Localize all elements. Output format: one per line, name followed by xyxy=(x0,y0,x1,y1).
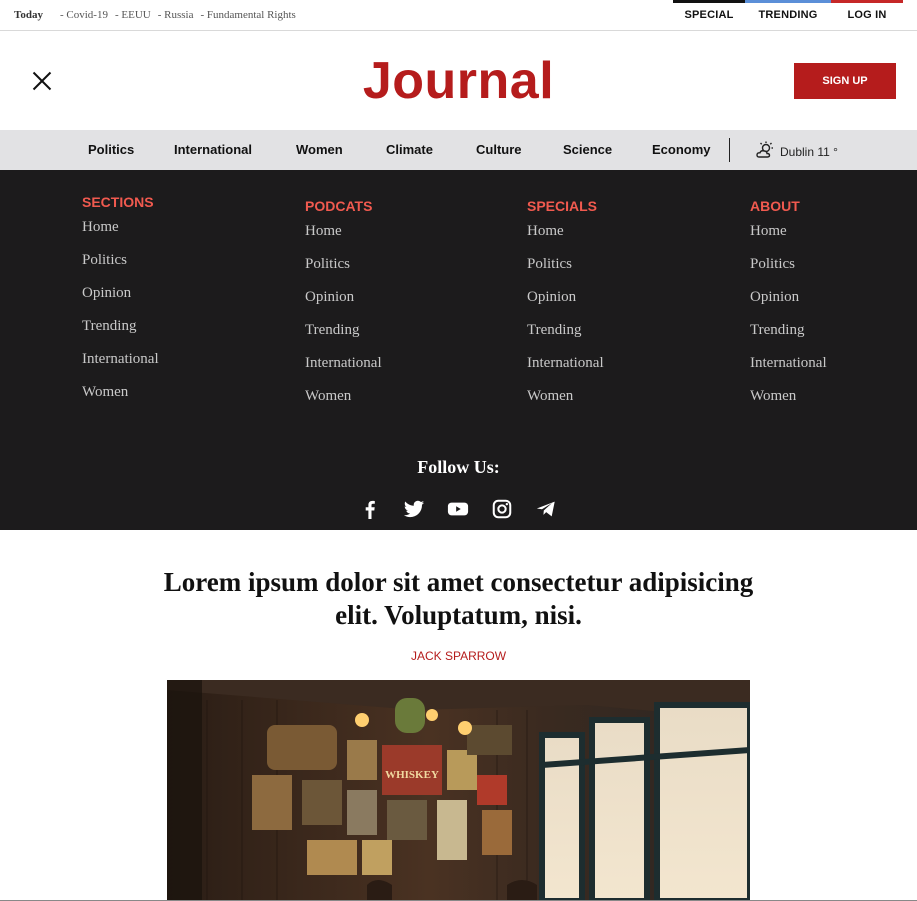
cloud-sun-icon xyxy=(756,141,774,162)
menu-column-title: ABOUT xyxy=(750,198,800,214)
top-links: SPECIAL TRENDING LOG IN xyxy=(673,0,903,31)
menu-link-trending[interactable]: Trending xyxy=(82,318,159,351)
menu-link-opinion[interactable]: Opinion xyxy=(527,289,604,322)
menu-link-home[interactable]: Home xyxy=(527,223,604,256)
telegram-icon[interactable] xyxy=(535,498,557,520)
nav-item-climate[interactable]: Climate xyxy=(386,142,433,157)
nav-item-international[interactable]: International xyxy=(174,142,252,157)
youtube-icon[interactable] xyxy=(447,498,469,520)
menu-column-about: ABOUT Home Politics Opinion Trending Int… xyxy=(750,198,827,421)
topic-link-eeuu[interactable]: - EEUU xyxy=(115,9,151,21)
menu-link-opinion[interactable]: Opinion xyxy=(305,289,382,322)
top-bar: Today - Covid-19 - EEUU - Russia - Funda… xyxy=(0,0,917,31)
menu-link-trending[interactable]: Trending xyxy=(305,322,382,355)
weather-text: Dublin 11 ° xyxy=(780,144,838,159)
menu-link-politics[interactable]: Politics xyxy=(527,256,604,289)
article-author[interactable]: JACK SPARROW xyxy=(0,649,917,663)
menu-link-opinion[interactable]: Opinion xyxy=(82,285,159,318)
twitter-icon[interactable] xyxy=(403,498,425,520)
menu-link-women[interactable]: Women xyxy=(527,388,604,421)
menu-column-podcasts: PODCATS Home Politics Opinion Trending I… xyxy=(305,198,382,421)
menu-link-trending[interactable]: Trending xyxy=(750,322,827,355)
weather-widget: Dublin 11 ° xyxy=(756,141,838,162)
nav-item-women[interactable]: Women xyxy=(296,142,343,157)
login-link[interactable]: LOG IN xyxy=(831,0,903,31)
menu-link-women[interactable]: Women xyxy=(305,388,382,421)
nav-item-economy[interactable]: Economy xyxy=(652,142,711,157)
nav-item-culture[interactable]: Culture xyxy=(476,142,522,157)
menu-link-home[interactable]: Home xyxy=(82,219,159,252)
menu-link-politics[interactable]: Politics xyxy=(305,256,382,289)
social-links xyxy=(359,498,557,520)
mega-menu: SECTIONS Home Politics Opinion Trending … xyxy=(0,170,917,530)
special-link[interactable]: SPECIAL xyxy=(673,0,745,31)
menu-link-international[interactable]: International xyxy=(750,355,827,388)
svg-text:WHISKEY: WHISKEY xyxy=(385,769,439,781)
nav-divider xyxy=(729,138,730,162)
menu-link-politics[interactable]: Politics xyxy=(82,252,159,285)
topic-link-russia[interactable]: - Russia xyxy=(158,9,194,21)
menu-column-sections: SECTIONS Home Politics Opinion Trending … xyxy=(82,194,159,417)
menu-link-opinion[interactable]: Opinion xyxy=(750,289,827,322)
topic-link-covid[interactable]: - Covid-19 xyxy=(60,9,108,21)
article-image[interactable]: WHISKEY xyxy=(167,680,750,901)
menu-link-international[interactable]: International xyxy=(305,355,382,388)
menu-link-international[interactable]: International xyxy=(82,351,159,384)
topic-link-fundamental-rights[interactable]: - Fundamental Rights xyxy=(200,9,295,21)
menu-column-title: SECTIONS xyxy=(82,194,154,210)
menu-link-home[interactable]: Home xyxy=(305,223,382,256)
nav-item-science[interactable]: Science xyxy=(563,142,612,157)
today-label: Today xyxy=(14,9,43,21)
follow-us-heading: Follow Us: xyxy=(417,457,500,477)
menu-link-women[interactable]: Women xyxy=(750,388,827,421)
trending-topics: - Covid-19 - EEUU - Russia - Fundamental… xyxy=(60,9,296,21)
menu-link-women[interactable]: Women xyxy=(82,384,159,417)
menu-link-international[interactable]: International xyxy=(527,355,604,388)
nav-item-politics[interactable]: Politics xyxy=(88,142,134,157)
menu-link-home[interactable]: Home xyxy=(750,223,827,256)
menu-column-title: PODCATS xyxy=(305,198,373,214)
instagram-icon[interactable] xyxy=(491,498,513,520)
menu-column-title: SPECIALS xyxy=(527,198,598,214)
menu-link-trending[interactable]: Trending xyxy=(527,322,604,355)
menu-link-politics[interactable]: Politics xyxy=(750,256,827,289)
main-nav: Politics International Women Climate Cul… xyxy=(0,130,917,170)
article-headline[interactable]: Lorem ipsum dolor sit amet consectetur a… xyxy=(140,566,777,632)
menu-column-specials: SPECIALS Home Politics Opinion Trending … xyxy=(527,198,604,421)
sign-up-button[interactable]: SIGN UP xyxy=(794,63,896,99)
site-logo[interactable]: Journal xyxy=(0,51,917,111)
site-header: Journal SIGN UP xyxy=(0,31,917,130)
facebook-icon[interactable] xyxy=(359,498,381,520)
trending-link[interactable]: TRENDING xyxy=(745,0,831,31)
